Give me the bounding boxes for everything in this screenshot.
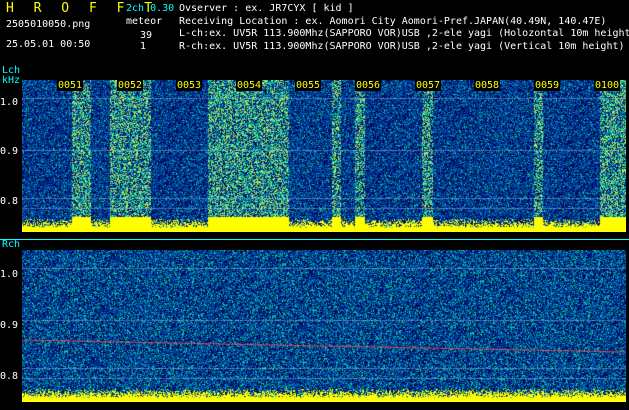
r-count: 1: [140, 41, 147, 52]
time-tick-0053: 0053: [176, 80, 203, 91]
rch-ytick-1: 1.0: [0, 269, 19, 280]
rch-ytick-09: 0.9: [0, 320, 19, 331]
rch-spectrogram: [22, 250, 626, 402]
filename-label: 2505010050.png: [6, 19, 91, 30]
time-tick-0056: 0056: [355, 80, 382, 91]
rch-label: Rch: [2, 239, 21, 250]
location-info: Receiving Location : ex. Aomori City Aom…: [179, 16, 607, 27]
rch-ytick-08: 0.8: [0, 371, 19, 382]
rch-info: R-ch:ex. UV5R 113.900Mhz(SAPPORO VOR)USB…: [179, 41, 625, 52]
time-tick-0100: 0100: [594, 80, 621, 91]
time-tick-0054: 0054: [236, 80, 263, 91]
detection-label: meteor: [126, 16, 163, 27]
lch-info: L-ch:ex. UV5R 113.900Mhz(SAPPORO VOR)USB…: [179, 28, 629, 39]
time-tick-0051: 0051: [57, 80, 84, 91]
time-tick-0052: 0052: [117, 80, 144, 91]
time-tick-0058: 0058: [474, 80, 501, 91]
channel-info: 2ch 0.30: [126, 3, 175, 14]
l-count: 39: [140, 30, 153, 41]
time-tick-0059: 0059: [534, 80, 561, 91]
panel-divider: [0, 239, 629, 240]
lch-ytick-1: 1.0: [0, 97, 19, 108]
observer-info: Ovserver : ex. JR7CYX [ kid ]: [179, 3, 354, 14]
lch-spectrogram: [22, 80, 626, 232]
time-tick-0055: 0055: [295, 80, 322, 91]
lch-ytick-09: 0.9: [0, 146, 19, 157]
khz-label: kHz: [2, 75, 21, 86]
datetime-label: 25.05.01 00:50: [6, 39, 91, 50]
time-tick-0057: 0057: [415, 80, 442, 91]
lch-ytick-08: 0.8: [0, 196, 19, 207]
